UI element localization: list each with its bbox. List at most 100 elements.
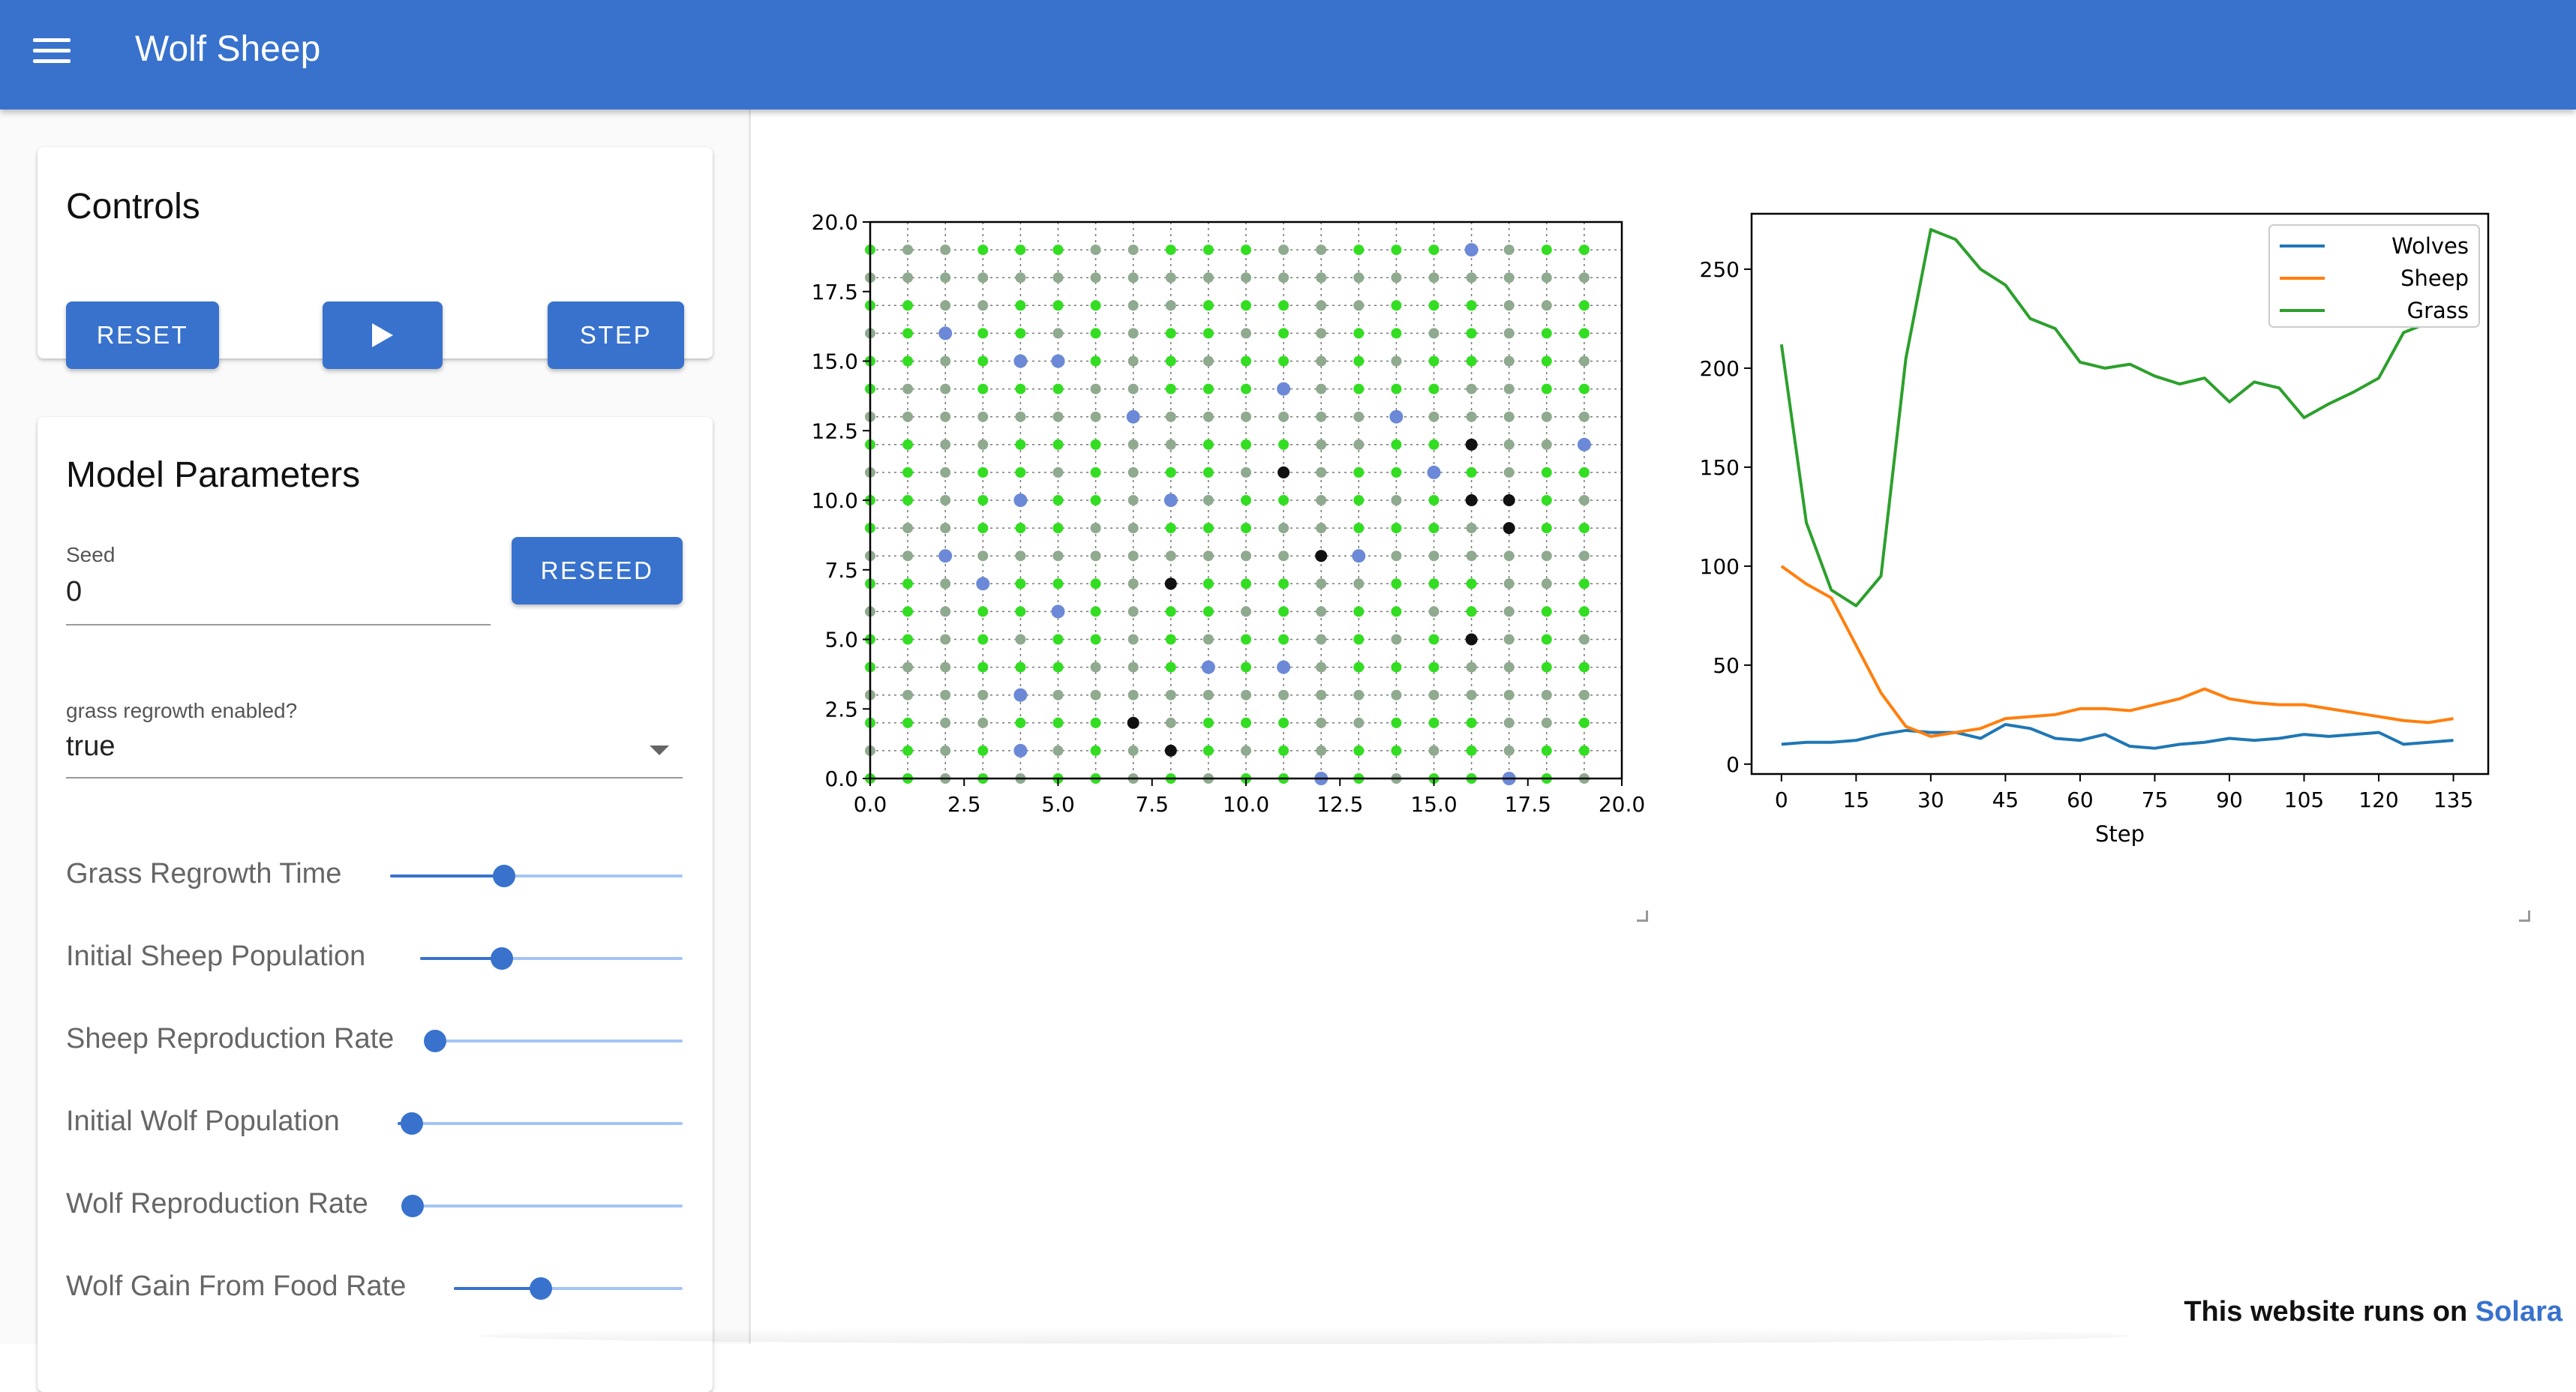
grass-patch (1127, 466, 1139, 478)
grass-patch (1052, 717, 1064, 728)
grass-patch (1015, 300, 1026, 311)
grass-patch (902, 300, 914, 311)
grass-patch (1541, 466, 1552, 478)
slider-thumb[interactable] (401, 1112, 423, 1135)
slider-thumb[interactable] (493, 865, 516, 887)
grass-patch (1052, 578, 1064, 590)
grass-patch (1541, 634, 1552, 645)
slider-track[interactable] (413, 1204, 683, 1208)
sheep-agent (1389, 410, 1404, 424)
grass-patch (902, 272, 914, 284)
grass-patch (977, 383, 989, 394)
grass-patch (977, 550, 989, 562)
grass-patch (1503, 578, 1515, 590)
sheep-agent (1126, 410, 1140, 424)
chevron-down-icon[interactable] (650, 746, 669, 755)
grass-patch (902, 244, 914, 256)
grass-patch (902, 466, 914, 478)
wolf-agent (1503, 494, 1515, 506)
slider-track[interactable] (398, 1122, 683, 1125)
grass-patch (1090, 244, 1101, 256)
grass-patch (1241, 328, 1251, 339)
grass-patch (1090, 717, 1101, 728)
controls-card: Controls RESET STEP (38, 147, 713, 369)
seed-input[interactable]: 0 (66, 576, 82, 608)
slider-thumb[interactable] (490, 947, 513, 970)
grass-patch (1202, 606, 1214, 617)
grass-regrowth-select[interactable]: true (66, 730, 115, 763)
grass-patch (1202, 244, 1214, 256)
grass-patch (940, 606, 951, 617)
grass-patch (1165, 523, 1176, 534)
reset-button[interactable]: RESET (66, 302, 219, 369)
grass-patch (1202, 439, 1214, 450)
step-button[interactable]: STEP (548, 302, 684, 369)
slider-label: Sheep Reproduction Rate (66, 1023, 395, 1054)
solara-link[interactable]: Solara (2475, 1296, 2562, 1328)
grass-patch (940, 634, 951, 645)
grass-patch (1541, 578, 1552, 590)
sheep-agent (1464, 243, 1479, 257)
x-tick-label: 20.0 (1599, 792, 1645, 817)
grass-patch (1127, 383, 1139, 394)
grass-patch (1541, 606, 1552, 617)
y-tick-label: 100 (1700, 554, 1740, 579)
grass-patch (902, 439, 914, 450)
grass-patch (1202, 383, 1214, 394)
grass-patch (1428, 328, 1440, 339)
grass-patch (977, 634, 989, 645)
wolf-agent (1465, 438, 1478, 451)
grass-patch (977, 272, 989, 284)
grass-patch (1090, 578, 1101, 590)
play-button[interactable] (323, 302, 443, 369)
grass-patch (1316, 745, 1327, 756)
menu-icon[interactable] (33, 36, 72, 66)
grass-patch (1127, 356, 1139, 367)
grass-patch (1353, 495, 1365, 506)
grass-patch (1466, 550, 1477, 562)
grid-plot-resize-handle[interactable] (1637, 910, 1648, 922)
grass-patch (1165, 606, 1176, 617)
y-tick-label: 15.0 (812, 350, 858, 374)
grass-patch (1316, 689, 1327, 700)
grass-patch (1391, 662, 1402, 673)
grass-patch (1428, 689, 1440, 700)
grass-patch (1015, 411, 1026, 422)
slider-track[interactable] (435, 1040, 683, 1042)
slider-thumb[interactable] (529, 1277, 552, 1300)
sheep-agent (1013, 743, 1028, 758)
grass-patch (1503, 300, 1515, 311)
sheep-agent (1013, 494, 1028, 507)
grass-patch (977, 662, 989, 673)
slider-thumb[interactable] (401, 1195, 424, 1217)
grass-patch (1428, 578, 1440, 590)
grass-patch (1165, 244, 1176, 256)
grass-patch (1015, 466, 1026, 478)
grass-patch (940, 717, 951, 728)
reseed-button[interactable]: RESEED (512, 537, 683, 604)
grass-patch (1316, 244, 1327, 256)
chart-resize-handle[interactable] (2519, 910, 2530, 922)
grass-patch (1428, 244, 1440, 256)
grass-patch (1090, 550, 1101, 562)
grass-patch (1428, 662, 1440, 673)
grass-patch (1052, 439, 1064, 450)
sheep-agent (1163, 494, 1178, 507)
footer: This website runs on Solara (2184, 1296, 2562, 1328)
slider-thumb[interactable] (424, 1030, 446, 1052)
wolf-agent (1127, 716, 1139, 729)
grass-patch (1090, 272, 1101, 284)
wolf-agent (1315, 550, 1328, 562)
grass-patch (1241, 606, 1251, 617)
grass-patch (1316, 578, 1327, 590)
grass-patch (1578, 466, 1590, 478)
grass-patch (977, 328, 989, 339)
grass-patch (1015, 717, 1026, 728)
grass-patch (1165, 383, 1176, 394)
grass-patch (1503, 466, 1515, 478)
grass-patch (1241, 383, 1251, 394)
grass-patch (1090, 689, 1101, 700)
x-tick-label: 75 (2142, 788, 2169, 812)
grass-patch (1578, 550, 1590, 562)
grass-patch (1578, 606, 1590, 617)
